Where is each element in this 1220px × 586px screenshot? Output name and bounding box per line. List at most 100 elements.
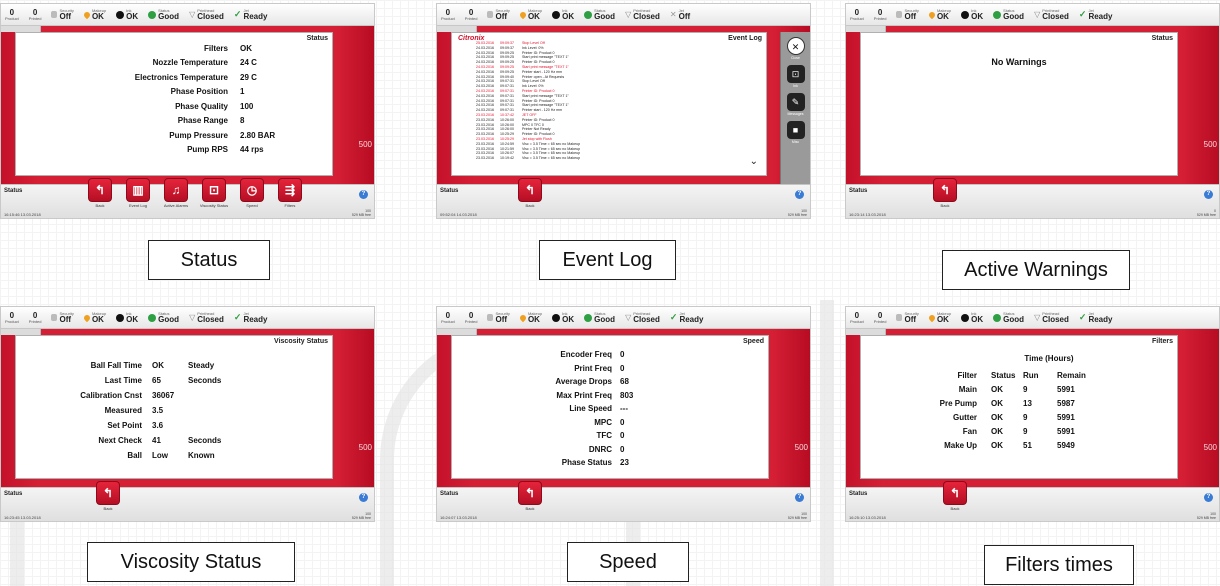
bottom-button-row: ↰ Back: [940, 481, 978, 511]
status-printhead[interactable]: ▽ Printhead Closed: [189, 311, 224, 324]
help-icon[interactable]: ?: [795, 190, 804, 199]
nav-button-filters[interactable]: ⇶ Filters: [275, 178, 305, 208]
clock-readout: 16:23:14 13.03.2018: [849, 212, 886, 217]
printed-counter[interactable]: 0 Printed: [874, 311, 893, 324]
status-security[interactable]: Security Off: [51, 311, 74, 324]
status-status-text: Status Good: [594, 311, 615, 324]
status-ink[interactable]: Ink OK: [116, 311, 139, 324]
misc-side-button[interactable]: ■: [786, 121, 805, 139]
status-value: 1: [240, 87, 245, 97]
status-status[interactable]: Status Good: [584, 8, 615, 21]
printed-counter[interactable]: 0 Printed: [465, 311, 484, 324]
status-value: Closed: [633, 11, 660, 21]
makeup-drop-icon: [518, 10, 528, 19]
back-button[interactable]: ↰ Back: [515, 178, 545, 208]
event-log-row[interactable]: 23.03.2016 10:19:42 Visc = 3.5 Time = 65 s…: [476, 156, 592, 161]
status-makeup[interactable]: Makeup OK: [82, 8, 106, 21]
status-makeup[interactable]: Makeup OK: [518, 8, 542, 21]
product-counter[interactable]: 0 Product: [441, 8, 461, 21]
status-jet[interactable]: ✓ Jet Ready: [669, 311, 704, 324]
status-status[interactable]: Status Good: [148, 311, 179, 324]
status-value: OK: [126, 314, 139, 324]
nav-button-back[interactable]: ↰ Back: [85, 178, 115, 208]
status-value: 8: [240, 116, 245, 126]
back-button[interactable]: ↰ Back: [940, 481, 970, 511]
status-printhead-text: Printhead Closed: [633, 311, 660, 324]
nav-button-speed[interactable]: ◷ Speed: [237, 178, 267, 208]
status-security[interactable]: Security Off: [487, 311, 510, 324]
status-value: Off: [904, 11, 917, 21]
back-button[interactable]: ↰ Back: [515, 481, 545, 511]
help-icon[interactable]: ?: [1204, 190, 1213, 199]
status-printhead[interactable]: ▽ Printhead Closed: [189, 8, 224, 21]
nav-button-active-alarms[interactable]: ♫ Active Alarms: [161, 178, 191, 208]
help-icon[interactable]: ?: [359, 493, 368, 502]
content-panel: Filters Time (Hours) Filter Status Run Remain…: [860, 335, 1178, 479]
product-counter-stack: 0 Product: [5, 8, 19, 21]
status-security[interactable]: Security Off: [51, 8, 74, 21]
printed-counter[interactable]: 0 Printed: [465, 8, 484, 21]
status-makeup[interactable]: Makeup OK: [927, 8, 951, 21]
back-button[interactable]: ↰ Back: [930, 178, 960, 208]
status-row: Pump RPS 44 rps: [52, 143, 275, 158]
printed-counter[interactable]: 0 Printed: [29, 311, 48, 324]
storage-info: 100 529 MB free: [352, 209, 371, 217]
jet-ready-check-icon: ✓: [669, 312, 678, 322]
status-status[interactable]: Status Good: [584, 311, 615, 324]
back-button[interactable]: ↰ Back: [93, 481, 123, 511]
status-security[interactable]: Security Off: [896, 311, 919, 324]
status-jet[interactable]: ✓ Jet Ready: [234, 311, 268, 324]
status-printhead[interactable]: ▽ Printhead Closed: [625, 8, 660, 21]
close-side-button[interactable]: ✕: [786, 37, 805, 55]
status-ink[interactable]: Ink OK: [552, 311, 574, 324]
status-makeup[interactable]: Makeup OK: [82, 311, 106, 324]
filters-column-header: Remain: [1057, 370, 1086, 380]
status-makeup[interactable]: Makeup OK: [518, 311, 542, 324]
status-printhead[interactable]: ▽ Printhead Closed: [1034, 311, 1069, 324]
status-printhead[interactable]: ▽ Printhead Closed: [625, 311, 660, 324]
help-icon[interactable]: ?: [1204, 493, 1213, 502]
status-ink[interactable]: Ink OK: [961, 8, 983, 21]
status-status[interactable]: Status Good: [993, 311, 1024, 324]
product-counter-stack: 0 Product: [5, 311, 19, 324]
status-jet[interactable]: ✓ Jet Ready: [1079, 311, 1113, 324]
help-icon[interactable]: ?: [359, 190, 368, 199]
ink-drop-icon: [552, 10, 561, 19]
status-ink[interactable]: Ink OK: [552, 8, 574, 21]
help-icon[interactable]: ?: [795, 493, 804, 502]
nav-button-event-log[interactable]: ▥ Event Log: [123, 178, 153, 208]
viscosity-value: 65: [152, 376, 161, 385]
status-printhead[interactable]: ▽ Printhead Closed: [1034, 8, 1069, 21]
status-jet[interactable]: ✓ Jet Ready: [234, 8, 268, 21]
filters-cell: 5991: [1057, 412, 1075, 422]
status-jet-off[interactable]: ✕ Jet Off: [670, 8, 690, 21]
jet-ready-check-icon: ✓: [1078, 9, 1087, 19]
status-status[interactable]: Status Good: [993, 8, 1024, 21]
printed-counter[interactable]: 0 Printed: [29, 8, 48, 21]
nav-button-viscosity-status[interactable]: ⊡ Viscosity Status: [199, 178, 229, 208]
status-ink[interactable]: Ink OK: [116, 8, 138, 21]
speed-key: Average Drops: [555, 377, 612, 387]
ink-side-button[interactable]: ⊡: [786, 65, 805, 83]
status-key: Phase Range: [177, 116, 228, 126]
product-counter[interactable]: 0 Product: [441, 311, 461, 324]
status-status[interactable]: Status Good: [148, 8, 179, 21]
status-ink[interactable]: Ink OK: [961, 311, 983, 324]
ink-drop-icon: [116, 10, 125, 19]
product-count-label: Product: [441, 15, 455, 21]
product-counter[interactable]: 0 Product: [5, 311, 25, 324]
status-makeup[interactable]: Makeup OK: [927, 311, 951, 324]
nav-button-icon: ⇶: [278, 178, 302, 202]
messages-side-button[interactable]: ✎: [786, 93, 805, 111]
product-counter[interactable]: 0 Product: [850, 311, 870, 324]
product-counter[interactable]: 0 Product: [850, 8, 870, 21]
lock-icon: [896, 314, 903, 321]
filters-cell: OK: [991, 426, 1003, 436]
status-jet[interactable]: ✓ Jet Ready: [1078, 8, 1113, 21]
scroll-down-chevron-icon[interactable]: ⌄: [750, 156, 758, 167]
status-security[interactable]: Security Off: [487, 8, 510, 21]
printhead-icon: ▽: [1034, 313, 1041, 322]
status-security[interactable]: Security Off: [896, 8, 919, 21]
product-counter[interactable]: 0 Product: [5, 8, 25, 21]
printed-counter[interactable]: 0 Printed: [874, 8, 893, 21]
